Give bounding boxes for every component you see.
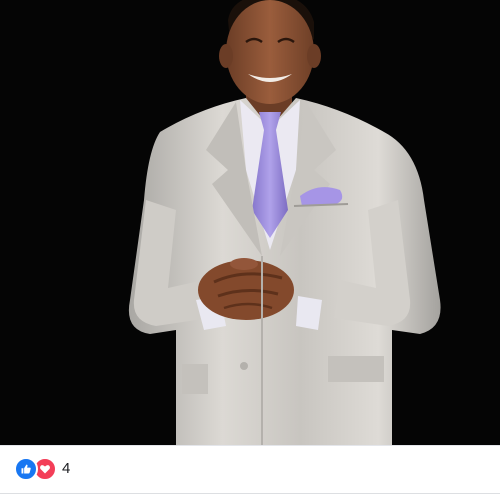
post-photo[interactable] [0, 0, 500, 445]
facebook-post: 4 [0, 0, 500, 500]
portrait-image [0, 0, 500, 445]
like-icon [14, 457, 38, 481]
divider [0, 493, 500, 494]
reaction-bar: 4 [0, 445, 500, 500]
reaction-count[interactable]: 4 [62, 458, 70, 480]
reactions-summary[interactable]: 4 [14, 457, 70, 481]
